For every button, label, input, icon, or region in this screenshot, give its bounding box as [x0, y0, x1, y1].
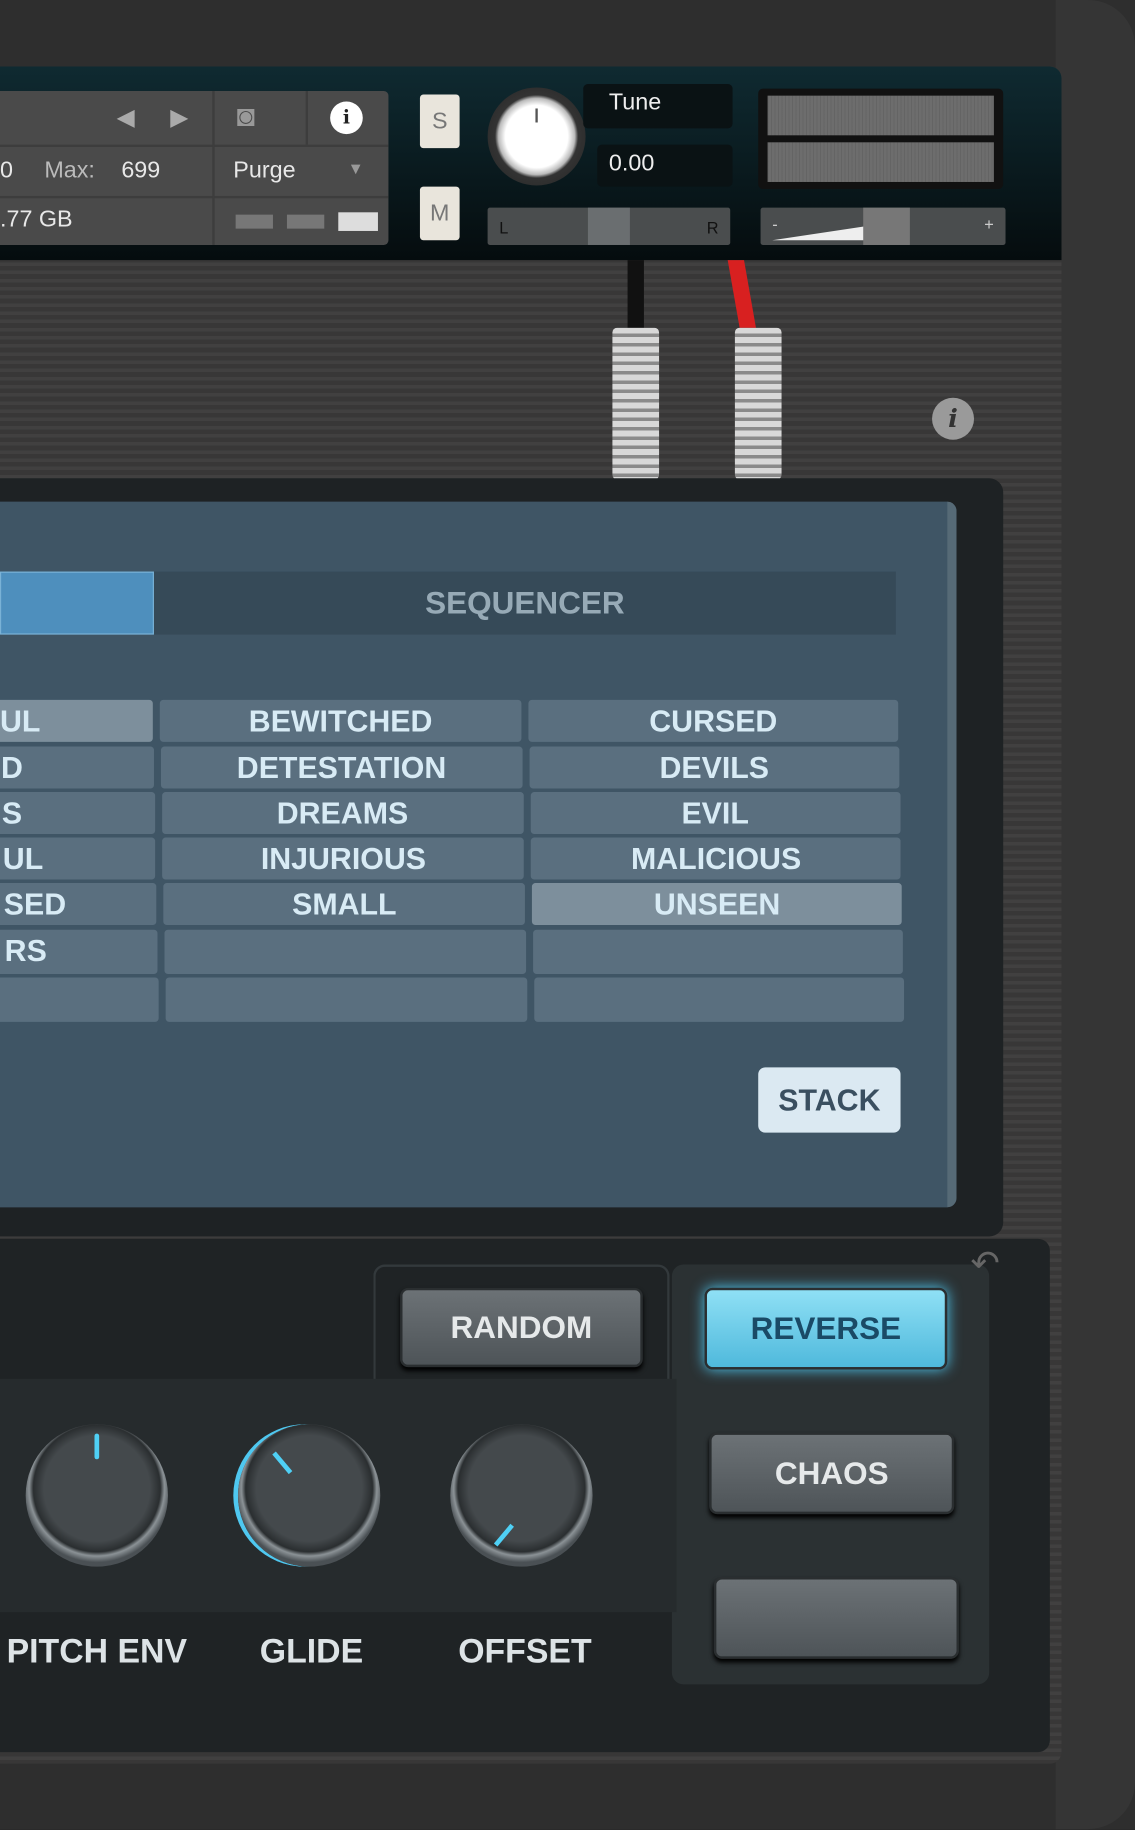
solo-button[interactable]: S	[419, 94, 460, 149]
purge-indicator	[338, 212, 378, 231]
tune-knob[interactable]	[487, 87, 586, 186]
grid-cell[interactable]: DETESTATION	[160, 746, 523, 789]
volume-slider[interactable]: - +	[760, 207, 1006, 245]
grid-cell[interactable]	[165, 977, 528, 1022]
tune-value[interactable]: 0.00	[597, 144, 733, 187]
grid-cell[interactable]: SED	[0, 883, 157, 926]
grid-cell[interactable]	[534, 977, 904, 1022]
grid-cell[interactable]: UNSEEN	[532, 883, 902, 926]
purge-indicator	[286, 214, 325, 229]
reverse-button[interactable]: REVERSE	[704, 1287, 948, 1370]
cable-connector	[612, 327, 660, 480]
pitch-env-label: PITCH ENV	[6, 1633, 188, 1671]
chevron-down-icon: ▼	[347, 158, 364, 178]
grid-cell[interactable]: BEWITCHED	[159, 699, 522, 742]
grid-cell[interactable]: DEVILS	[529, 746, 900, 789]
window-edge	[1055, 0, 1135, 1830]
offset-knob[interactable]	[450, 1424, 593, 1567]
info-icon[interactable]: i	[330, 101, 363, 135]
pitch-env-knob[interactable]	[25, 1424, 168, 1567]
pan-slider[interactable]: L R	[487, 207, 731, 245]
next-preset-icon[interactable]: ▶	[170, 103, 188, 132]
mute-button[interactable]: M	[419, 186, 460, 241]
grid-cell[interactable]: UL	[0, 699, 153, 742]
grid-cell[interactable]: S	[0, 792, 155, 835]
glide-knob[interactable]	[237, 1424, 381, 1567]
grid-cell[interactable]: SMALL	[163, 883, 526, 926]
pan-handle[interactable]	[587, 207, 630, 245]
partial-value: 0	[0, 157, 13, 184]
max-label: Max:	[44, 157, 95, 184]
volume-plus: +	[984, 214, 994, 234]
info-icon[interactable]: i	[932, 397, 975, 440]
grid-cell[interactable]	[164, 929, 527, 975]
instrument-panel: ◀ ▶ ◙ i 0 Max: 699 .77 GB Purge ▼ S M Tu…	[0, 66, 1062, 1764]
grid-cell[interactable]: DREAMS	[161, 792, 524, 835]
grid-cell[interactable]	[533, 929, 903, 975]
grid-cell[interactable]: RS	[0, 929, 158, 975]
pan-right-label: R	[706, 218, 719, 237]
grid-cell[interactable]: CURSED	[528, 699, 899, 742]
chaos-button[interactable]: CHAOS	[709, 1432, 955, 1515]
pan-left-label: L	[499, 218, 509, 237]
undo-icon[interactable]: ↶	[971, 1243, 1000, 1284]
grid-cell[interactable]: INJURIOUS	[162, 837, 525, 880]
grid-cell[interactable]: UL	[0, 837, 156, 880]
controls-panel: RANDOM REVERSE CHAOS ↶ PITCH ENV GLIDE O…	[0, 1238, 1050, 1753]
max-value: 699	[121, 157, 161, 184]
random-button[interactable]: RANDOM	[400, 1287, 643, 1368]
glide-label: GLIDE	[259, 1633, 364, 1671]
grid-cell[interactable]: D	[0, 746, 154, 789]
stack-button[interactable]: STACK	[758, 1067, 901, 1133]
volume-handle[interactable]	[863, 207, 910, 245]
offset-label: OFFSET	[458, 1633, 592, 1671]
memory-usage: .77 GB	[0, 206, 73, 233]
prev-preset-icon[interactable]: ◀	[117, 103, 135, 132]
tab-active[interactable]	[0, 571, 154, 635]
cable-connector	[734, 327, 782, 480]
tab-sequencer[interactable]: SEQUENCER	[153, 571, 896, 635]
blank-button[interactable]	[713, 1577, 959, 1659]
instrument-header: ◀ ▶ ◙ i 0 Max: 699 .77 GB Purge ▼ S M Tu…	[0, 66, 1062, 261]
instrument-info-panel: ◀ ▶ ◙ i 0 Max: 699 .77 GB Purge ▼	[0, 90, 389, 245]
grid-cell[interactable]: MALICIOUS	[531, 837, 901, 880]
grid-cell[interactable]: EVIL	[530, 792, 901, 835]
tune-label: Tune	[583, 83, 733, 129]
camera-icon[interactable]: ◙	[237, 98, 255, 134]
purge-dropdown[interactable]: Purge	[233, 157, 295, 184]
level-meter	[758, 88, 1004, 189]
volume-minus: -	[772, 214, 778, 234]
grid-cell[interactable]	[0, 977, 159, 1022]
purge-indicator	[235, 214, 273, 229]
